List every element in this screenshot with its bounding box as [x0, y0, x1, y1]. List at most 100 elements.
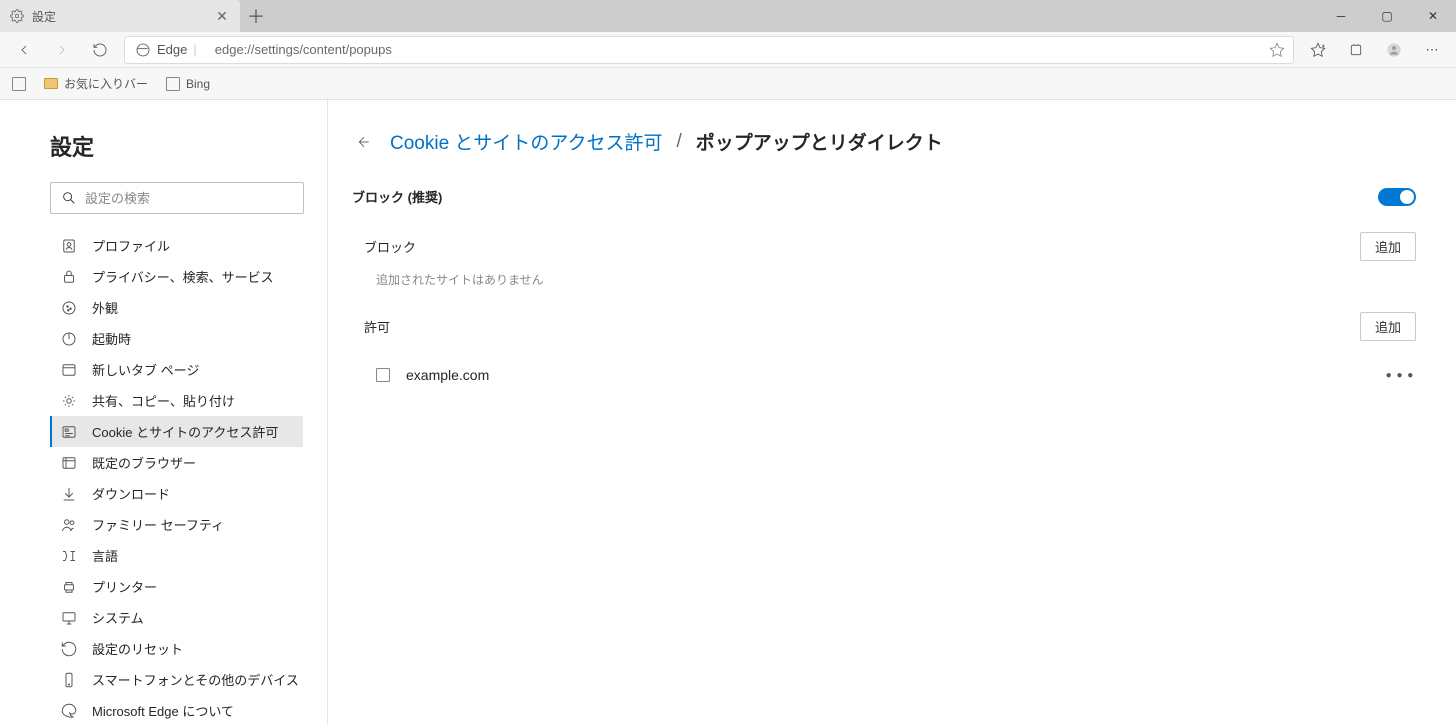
sidebar-item-10[interactable]: 言語 [50, 540, 303, 571]
folder-icon [44, 78, 58, 89]
allow-add-button[interactable]: 追加 [1360, 312, 1416, 341]
page-icon [166, 77, 180, 91]
nav-icon [60, 237, 78, 255]
url-text: edge://settings/content/popups [207, 42, 1261, 57]
sidebar-item-13[interactable]: 設定のリセット [50, 633, 303, 664]
window-close[interactable]: ✕ [1410, 0, 1456, 32]
back-button[interactable] [6, 32, 42, 68]
nav-label: プロファイル [92, 236, 170, 255]
block-toggle[interactable] [1378, 188, 1416, 206]
nav-icon [60, 454, 78, 472]
block-empty-text: 追加されたサイトはありません [352, 271, 1416, 288]
content: 設定 プロファイルプライバシー、検索、サービス外観起動時新しいタブ ページ共有、… [0, 100, 1456, 725]
breadcrumb-current: ポップアップとリダイレクト [696, 128, 943, 155]
settings-search[interactable] [50, 182, 304, 214]
nav-label: システム [92, 608, 144, 627]
block-section-title: ブロック [364, 237, 416, 256]
favorites-icon[interactable] [1300, 32, 1336, 68]
sidebar-item-12[interactable]: システム [50, 602, 303, 633]
bookmark-folder[interactable]: お気に入りバー [44, 75, 148, 92]
site-name: example.com [406, 367, 1368, 383]
close-icon[interactable]: ✕ [214, 8, 230, 24]
bookmark-item[interactable] [12, 77, 26, 91]
nav-label: 外観 [92, 298, 118, 317]
nav-icon [60, 268, 78, 286]
sidebar-item-1[interactable]: プライバシー、検索、サービス [50, 261, 303, 292]
nav-label: Microsoft Edge について [92, 701, 234, 720]
allow-section: 許可 追加 example.com● ● ● [352, 308, 1416, 399]
sidebar-item-5[interactable]: 共有、コピー、貼り付け [50, 385, 303, 416]
more-icon[interactable]: ● ● ● [1384, 359, 1416, 391]
sidebar-item-15[interactable]: Microsoft Edge について [50, 695, 303, 726]
profile-avatar[interactable] [1376, 32, 1412, 68]
nav-label: スマートフォンとその他のデバイス [92, 670, 299, 689]
nav-icon [60, 671, 78, 689]
window-titlebar: 設定 ✕ ＋ ─ ▢ ✕ [0, 0, 1456, 32]
collections-icon[interactable] [1338, 32, 1374, 68]
reload-button[interactable] [82, 32, 118, 68]
nav-icon [60, 640, 78, 658]
nav-icon [60, 361, 78, 379]
sidebar-item-6[interactable]: Cookie とサイトのアクセス許可 [50, 416, 303, 447]
search-icon [61, 190, 77, 206]
nav-icon [60, 609, 78, 627]
toolbar: Edge | edge://settings/content/popups ⋯ [0, 32, 1456, 68]
sidebar-item-9[interactable]: ファミリー セーフティ [50, 509, 303, 540]
nav-label: 言語 [92, 546, 118, 565]
nav-label: プリンター [92, 577, 157, 596]
main-panel: Cookie とサイトのアクセス許可 / ポップアップとリダイレクト ブロック … [328, 100, 1456, 725]
page-icon [12, 77, 26, 91]
bookmark-label: お気に入りバー [64, 75, 148, 92]
breadcrumb-sep: / [676, 131, 681, 153]
nav-icon [60, 485, 78, 503]
sidebar-title: 設定 [50, 130, 303, 162]
nav-icon [60, 578, 78, 596]
bookmark-item[interactable]: Bing [166, 77, 210, 91]
sidebar-item-2[interactable]: 外観 [50, 292, 303, 323]
settings-sidebar: 設定 プロファイルプライバシー、検索、サービス外観起動時新しいタブ ページ共有、… [0, 100, 328, 725]
block-add-button[interactable]: 追加 [1360, 232, 1416, 261]
sidebar-item-14[interactable]: スマートフォンとその他のデバイス [50, 664, 303, 695]
gear-icon [10, 9, 24, 23]
nav-icon [60, 330, 78, 348]
bookmark-label: Bing [186, 77, 210, 91]
window-minimize[interactable]: ─ [1318, 0, 1364, 32]
nav-label: 設定のリセット [92, 639, 183, 658]
new-tab-button[interactable]: ＋ [240, 0, 272, 32]
sidebar-item-8[interactable]: ダウンロード [50, 478, 303, 509]
nav-icon [60, 702, 78, 720]
sidebar-item-0[interactable]: プロファイル [50, 230, 303, 261]
window-maximize[interactable]: ▢ [1364, 0, 1410, 32]
breadcrumb: Cookie とサイトのアクセス許可 / ポップアップとリダイレクト [352, 128, 1416, 155]
block-section: ブロック 追加 追加されたサイトはありません [352, 228, 1416, 288]
edge-badge: Edge | [125, 42, 207, 58]
page-icon [376, 368, 390, 382]
search-input[interactable] [85, 191, 293, 206]
block-toggle-row: ブロック (推奨) [352, 181, 1416, 212]
nav-label: Cookie とサイトのアクセス許可 [92, 422, 278, 441]
breadcrumb-link[interactable]: Cookie とサイトのアクセス許可 [390, 128, 662, 155]
sidebar-item-7[interactable]: 既定のブラウザー [50, 447, 303, 478]
nav-label: 起動時 [92, 329, 131, 348]
nav-label: ファミリー セーフティ [92, 515, 224, 534]
sidebar-item-3[interactable]: 起動時 [50, 323, 303, 354]
nav-label: 共有、コピー、貼り付け [92, 391, 235, 410]
nav-label: ダウンロード [92, 484, 170, 503]
nav-icon [60, 392, 78, 410]
browser-tab[interactable]: 設定 ✕ [0, 0, 240, 32]
tab-title: 設定 [32, 8, 206, 25]
nav-icon [60, 547, 78, 565]
forward-button[interactable] [44, 32, 80, 68]
edge-label: Edge [157, 42, 187, 57]
nav-icon [60, 516, 78, 534]
block-toggle-label: ブロック (推奨) [352, 187, 442, 206]
back-arrow-icon[interactable] [352, 130, 376, 154]
address-bar[interactable]: Edge | edge://settings/content/popups [124, 36, 1294, 64]
bookmarks-bar: お気に入りバー Bing [0, 68, 1456, 100]
sidebar-item-4[interactable]: 新しいタブ ページ [50, 354, 303, 385]
sidebar-item-11[interactable]: プリンター [50, 571, 303, 602]
nav-label: 新しいタブ ページ [92, 360, 199, 379]
menu-button[interactable]: ⋯ [1414, 32, 1450, 68]
star-icon[interactable] [1261, 42, 1293, 58]
nav-label: プライバシー、検索、サービス [92, 267, 274, 286]
